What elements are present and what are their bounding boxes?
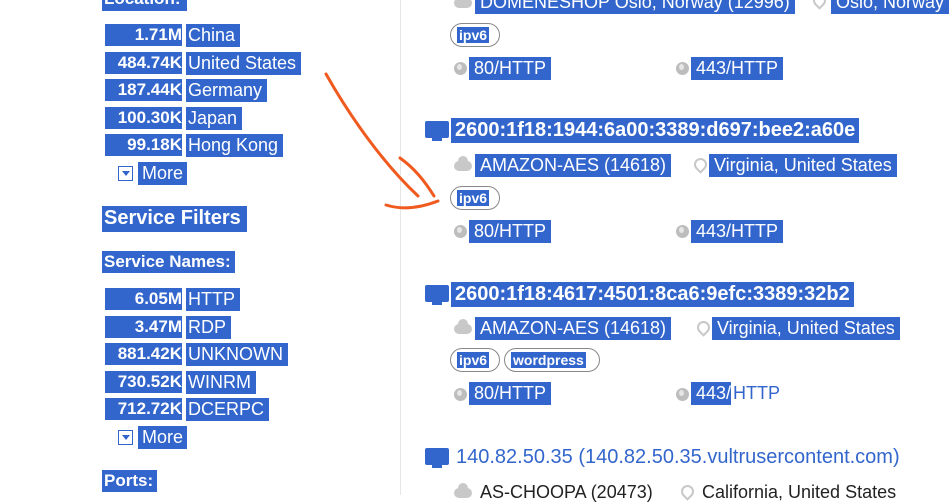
annotation-arrow xyxy=(324,72,440,210)
